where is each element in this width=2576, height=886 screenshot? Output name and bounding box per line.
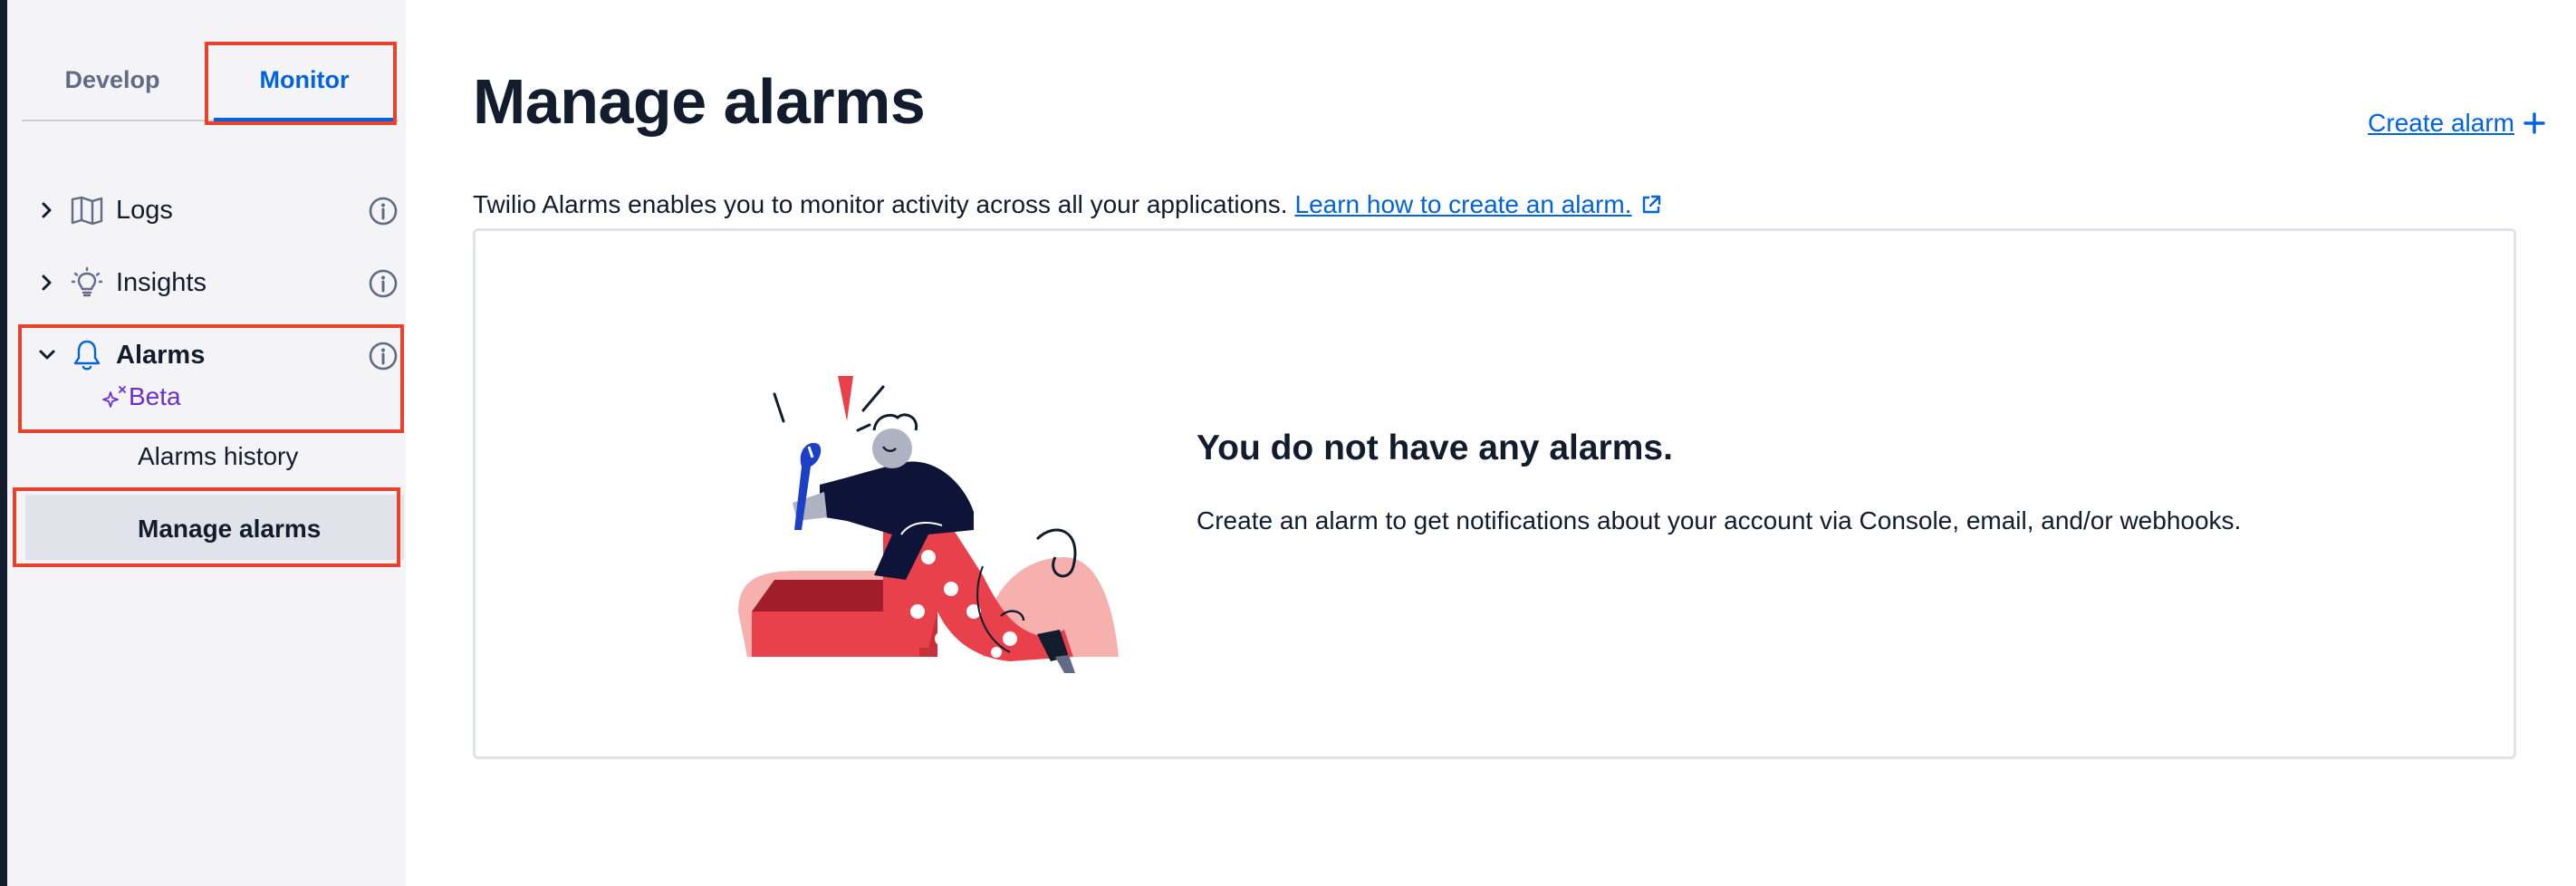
learn-more-link[interactable]: Learn how to create an alarm. [1295,190,1632,219]
description-text: Twilio Alarms enables you to monitor act… [473,190,1288,218]
page-description: Twilio Alarms enables you to monitor act… [473,190,1662,219]
empty-state-card: You do not have any alarms. Create an al… [473,228,2516,759]
highlight-box [205,42,397,125]
empty-state-text: Create an alarm to get notifications abo… [1197,506,2242,534]
empty-state-illustration [738,376,1119,673]
tab-develop[interactable]: Develop [40,40,185,120]
plus-icon [2523,112,2545,134]
sidebar-item-label: Logs [116,195,173,225]
create-alarm-label: Create alarm [2368,109,2514,137]
chevron-right-icon[interactable] [34,270,60,295]
create-alarm-link[interactable]: Create alarm [2368,109,2545,138]
sidebar-item-logs[interactable]: Logs [34,185,406,236]
highlight-box [13,487,400,567]
highlight-box [18,324,404,433]
sidebar-item-label: Insights [116,267,207,297]
external-link-icon[interactable] [1640,194,1662,216]
chevron-right-icon[interactable] [34,197,60,223]
book-icon [69,192,105,228]
info-icon[interactable] [368,196,399,226]
empty-state-title: You do not have any alarms. [1197,429,1673,467]
lightbulb-icon [69,265,105,301]
window-edge [0,0,7,886]
sidebar-item-insights[interactable]: Insights [34,257,406,308]
info-icon[interactable] [368,268,399,299]
sidebar-subitem-alarms-history[interactable]: Alarms history [138,442,298,471]
sidebar: Develop Monitor Logs Insights Alarms Bet… [7,0,406,886]
page-title: Manage alarms [473,66,926,137]
